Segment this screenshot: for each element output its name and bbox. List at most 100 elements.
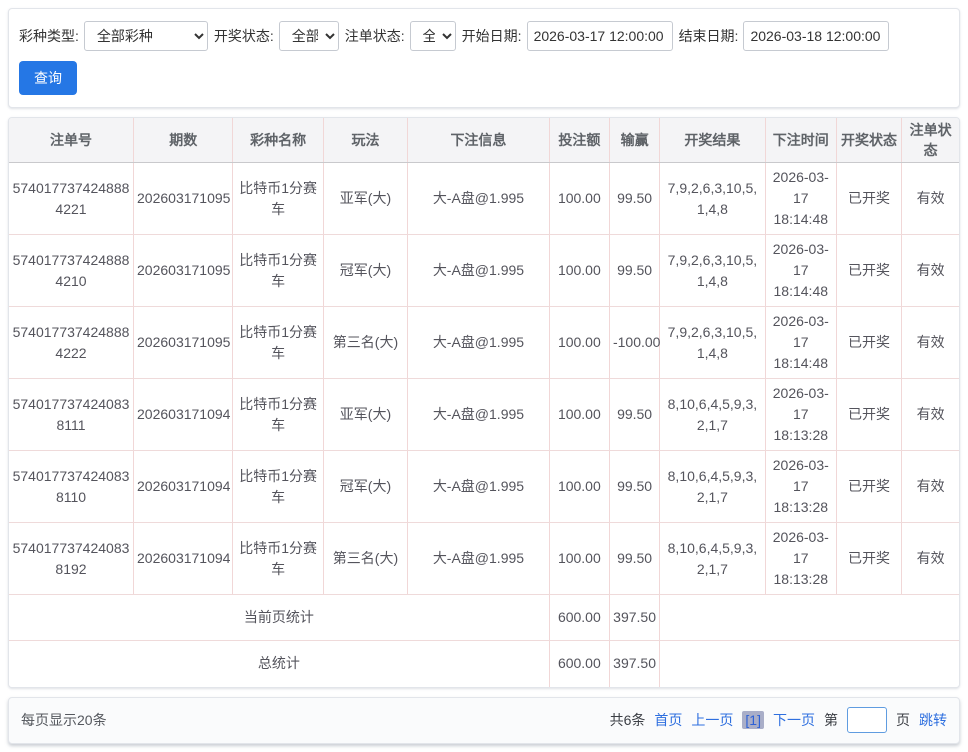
- cell-order-no: 5740177374240838110: [9, 451, 134, 523]
- table-row: 5740177374240838192 202603171094 比特币1分赛车…: [9, 523, 959, 595]
- cell-bet-info: 大-A盘@1.995: [408, 451, 550, 523]
- cell-order-no: 5740177374248884210: [9, 235, 134, 307]
- draw-status-select[interactable]: 全部: [279, 21, 339, 51]
- page-number-input[interactable]: [847, 707, 887, 733]
- end-date-label: 结束日期:: [679, 26, 739, 46]
- cell-lottery-name: 比特币1分赛车: [233, 451, 323, 523]
- table-row: 5740177374248884210 202603171095 比特币1分赛车…: [9, 235, 959, 307]
- cell-lottery-name: 比特币1分赛车: [233, 163, 323, 235]
- cell-play-type: 冠军(大): [323, 451, 407, 523]
- pagination-panel: 每页显示20条 共6条 首页 上一页 [1] 下一页 第 页 跳转: [8, 697, 960, 744]
- cell-draw-result: 7,9,2,6,3,10,5,1,4,8: [660, 307, 765, 379]
- cell-lottery-name: 比特币1分赛车: [233, 379, 323, 451]
- cell-order-no: 5740177374248884222: [9, 307, 134, 379]
- cell-order-status: 有效: [902, 307, 959, 379]
- query-button[interactable]: 查询: [19, 61, 77, 95]
- cell-bet-time: 2026-03-17 18:14:48: [765, 235, 836, 307]
- total-summary-row: 总统计 600.00 397.50: [9, 641, 959, 687]
- start-date-label: 开始日期:: [462, 26, 522, 46]
- cell-bet-time: 2026-03-17 18:13:28: [765, 523, 836, 595]
- cell-order-status: 有效: [902, 163, 959, 235]
- next-page-link[interactable]: 下一页: [773, 710, 815, 730]
- order-status-label: 注单状态:: [345, 26, 405, 46]
- total-count-text: 共6条: [610, 710, 646, 730]
- cell-bet-info: 大-A盘@1.995: [408, 307, 550, 379]
- cell-win-loss: 99.50: [609, 451, 659, 523]
- cell-draw-status: 已开奖: [836, 523, 901, 595]
- cell-order-status: 有效: [902, 379, 959, 451]
- cell-win-loss: 99.50: [609, 523, 659, 595]
- cell-bet-amount: 100.00: [549, 379, 609, 451]
- cell-bet-info: 大-A盘@1.995: [408, 235, 550, 307]
- table-row: 5740177374240838111 202603171094 比特币1分赛车…: [9, 379, 959, 451]
- cell-bet-info: 大-A盘@1.995: [408, 523, 550, 595]
- col-header-order-no: 注单号: [9, 118, 134, 163]
- col-header-draw-status: 开奖状态: [836, 118, 901, 163]
- total-summary-empty: [660, 641, 959, 687]
- prev-page-link[interactable]: 上一页: [691, 710, 733, 730]
- cell-draw-status: 已开奖: [836, 163, 901, 235]
- cell-order-status: 有效: [902, 451, 959, 523]
- cell-win-loss: 99.50: [609, 235, 659, 307]
- col-header-bet-time: 下注时间: [765, 118, 836, 163]
- current-page-summary-label: 当前页统计: [9, 595, 549, 641]
- cell-draw-result: 7,9,2,6,3,10,5,1,4,8: [660, 163, 765, 235]
- order-status-select[interactable]: 全部: [410, 21, 456, 51]
- current-page-summary-row: 当前页统计 600.00 397.50: [9, 595, 959, 641]
- cell-lottery-name: 比特币1分赛车: [233, 235, 323, 307]
- cell-lottery-name: 比特币1分赛车: [233, 523, 323, 595]
- cell-play-type: 冠军(大): [323, 235, 407, 307]
- current-page-summary-empty: [660, 595, 959, 641]
- cell-win-loss: -100.00: [609, 307, 659, 379]
- cell-bet-amount: 100.00: [549, 163, 609, 235]
- cell-play-type: 第三名(大): [323, 523, 407, 595]
- col-header-bet-amount: 投注额: [549, 118, 609, 163]
- table-row: 5740177374248884221 202603171095 比特币1分赛车…: [9, 163, 959, 235]
- cell-play-type: 亚军(大): [323, 163, 407, 235]
- table-row: 5740177374240838110 202603171094 比特币1分赛车…: [9, 451, 959, 523]
- cell-draw-result: 8,10,6,4,5,9,3,2,1,7: [660, 379, 765, 451]
- col-header-lottery-name: 彩种名称: [233, 118, 323, 163]
- cell-bet-info: 大-A盘@1.995: [408, 163, 550, 235]
- page-suffix-label: 页: [896, 710, 910, 730]
- col-header-play-type: 玩法: [323, 118, 407, 163]
- cell-bet-time: 2026-03-17 18:14:48: [765, 163, 836, 235]
- total-summary-bet-amount: 600.00: [549, 641, 609, 687]
- pagination: 共6条 首页 上一页 [1] 下一页 第 页 跳转: [601, 707, 947, 733]
- cell-play-type: 第三名(大): [323, 307, 407, 379]
- col-header-win-loss: 输赢: [609, 118, 659, 163]
- col-header-draw-result: 开奖结果: [660, 118, 765, 163]
- current-page-indicator[interactable]: [1]: [742, 711, 764, 729]
- cell-period: 202603171094: [134, 451, 233, 523]
- cell-win-loss: 99.50: [609, 379, 659, 451]
- start-date-input[interactable]: [527, 21, 673, 51]
- cell-period: 202603171094: [134, 523, 233, 595]
- cell-play-type: 亚军(大): [323, 379, 407, 451]
- cell-draw-status: 已开奖: [836, 379, 901, 451]
- cell-bet-time: 2026-03-17 18:14:48: [765, 307, 836, 379]
- cell-bet-amount: 100.00: [549, 235, 609, 307]
- cell-bet-time: 2026-03-17 18:13:28: [765, 451, 836, 523]
- cell-order-no: 5740177374240838192: [9, 523, 134, 595]
- cell-period: 202603171095: [134, 163, 233, 235]
- lottery-type-label: 彩种类型:: [19, 26, 79, 46]
- cell-draw-status: 已开奖: [836, 307, 901, 379]
- bet-records-table: 注单号 期数 彩种名称 玩法 下注信息 投注额 输赢 开奖结果 下注时间 开奖状…: [9, 118, 959, 687]
- total-summary-win-loss: 397.50: [609, 641, 659, 687]
- current-page-summary-win-loss: 397.50: [609, 595, 659, 641]
- jump-link[interactable]: 跳转: [919, 710, 947, 730]
- col-header-bet-info: 下注信息: [408, 118, 550, 163]
- end-date-input[interactable]: [743, 21, 889, 51]
- cell-win-loss: 99.50: [609, 163, 659, 235]
- cell-draw-status: 已开奖: [836, 451, 901, 523]
- lottery-type-select[interactable]: 全部彩种: [84, 21, 208, 51]
- cell-bet-amount: 100.00: [549, 307, 609, 379]
- table-row: 5740177374248884222 202603171095 比特币1分赛车…: [9, 307, 959, 379]
- total-summary-label: 总统计: [9, 641, 549, 687]
- cell-draw-result: 7,9,2,6,3,10,5,1,4,8: [660, 235, 765, 307]
- cell-order-status: 有效: [902, 235, 959, 307]
- cell-bet-amount: 100.00: [549, 451, 609, 523]
- first-page-link[interactable]: 首页: [654, 710, 682, 730]
- cell-order-status: 有效: [902, 523, 959, 595]
- cell-order-no: 5740177374240838111: [9, 379, 134, 451]
